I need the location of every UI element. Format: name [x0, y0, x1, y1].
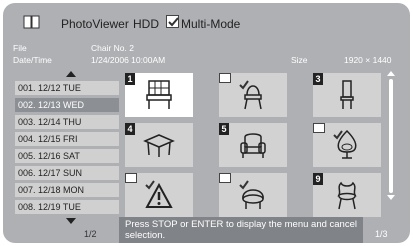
tub-chair-icon	[242, 189, 264, 209]
thumbnail-number: 5	[219, 123, 229, 135]
date-list: 001. 12/12 TUE 002. 12/13 WED 003. 12/14…	[11, 69, 121, 239]
thumbnail-8[interactable]	[219, 173, 287, 217]
size-label: Size	[291, 55, 308, 65]
table-icon	[143, 134, 175, 157]
scroll-up-arrow-icon[interactable]	[387, 71, 395, 76]
thumbnail-2[interactable]	[219, 73, 287, 117]
file-info: File Chair No. 2 Date/Time 1/24/2006 10:…	[11, 43, 403, 69]
file-label: File	[13, 43, 27, 53]
thumbnail-number: 9	[313, 173, 323, 185]
date-item[interactable]: 008. 12/19 TUE	[15, 200, 119, 214]
thumbnail-number: 3	[313, 73, 323, 85]
thumbnail-6[interactable]	[313, 123, 381, 167]
thumbnail-grid: 1 3 4 5 9	[121, 67, 387, 217]
thumbnail-number: 1	[125, 73, 135, 85]
armchair-icon	[240, 133, 266, 158]
tall-chair-icon	[340, 80, 354, 109]
thumbnail-checkbox[interactable]	[125, 173, 155, 190]
thumbnail-7[interactable]	[125, 173, 193, 217]
app-title: PhotoViewer	[61, 17, 129, 31]
thumbnail-number: 4	[125, 123, 135, 135]
ornate-chair-icon	[337, 181, 357, 210]
date-item[interactable]: 006. 12/17 SUN	[15, 166, 119, 180]
photo-album-icon	[23, 15, 40, 29]
grid-chair-icon	[146, 80, 172, 109]
date-item-selected[interactable]: 002. 12/13 WED	[15, 98, 119, 112]
date-item[interactable]: 005. 12/16 SAT	[15, 149, 119, 163]
date-item[interactable]: 001. 12/12 TUE	[15, 81, 119, 95]
title-bar: PhotoViewer HDD Multi-Mode	[3, 3, 410, 39]
photo-viewer-screen: PhotoViewer HDD Multi-Mode File Chair No…	[3, 3, 410, 243]
datetime-value: 1/24/2006 10:00AM	[91, 55, 166, 65]
thumbnail-checkbox[interactable]	[219, 173, 249, 190]
date-item[interactable]: 007. 12/18 MON	[15, 183, 119, 197]
thumbnail-page: 1/3	[375, 229, 388, 239]
thumbnail-checkbox[interactable]	[219, 73, 249, 90]
scroll-up-arrow-icon[interactable]	[66, 71, 76, 77]
thumbnail-9[interactable]: 9	[313, 173, 381, 217]
multi-mode-checkbox[interactable]	[166, 15, 179, 28]
chair-icon	[244, 85, 262, 110]
multi-mode-label: Multi-Mode	[181, 17, 241, 31]
check-icon	[168, 17, 179, 27]
size-value: 1920 × 1440	[344, 55, 392, 65]
file-value: Chair No. 2	[91, 43, 134, 53]
thumbnail-3[interactable]: 3	[313, 73, 381, 117]
round-chair-icon	[337, 129, 357, 159]
datetime-label: Date/Time	[13, 55, 52, 65]
thumbnail-1[interactable]: 1	[125, 73, 193, 117]
help-message: Press STOP or ENTER to display the menu …	[119, 217, 363, 243]
date-list-page: 1/2	[84, 229, 97, 239]
scroll-down-arrow-icon[interactable]	[387, 195, 395, 200]
warning-icon	[145, 182, 173, 208]
source-label: HDD	[133, 17, 159, 31]
thumbnail-4[interactable]: 4	[125, 123, 193, 167]
date-item[interactable]: 003. 12/14 THU	[15, 115, 119, 129]
thumbnail-5[interactable]: 5	[219, 123, 287, 167]
date-item[interactable]: 004. 12/15 FRI	[15, 132, 119, 146]
scroll-down-arrow-icon[interactable]	[66, 218, 76, 224]
thumbnail-scrollbar[interactable]	[387, 71, 395, 201]
scrollbar-track[interactable]	[389, 79, 393, 193]
thumbnail-checkbox[interactable]	[313, 123, 343, 140]
